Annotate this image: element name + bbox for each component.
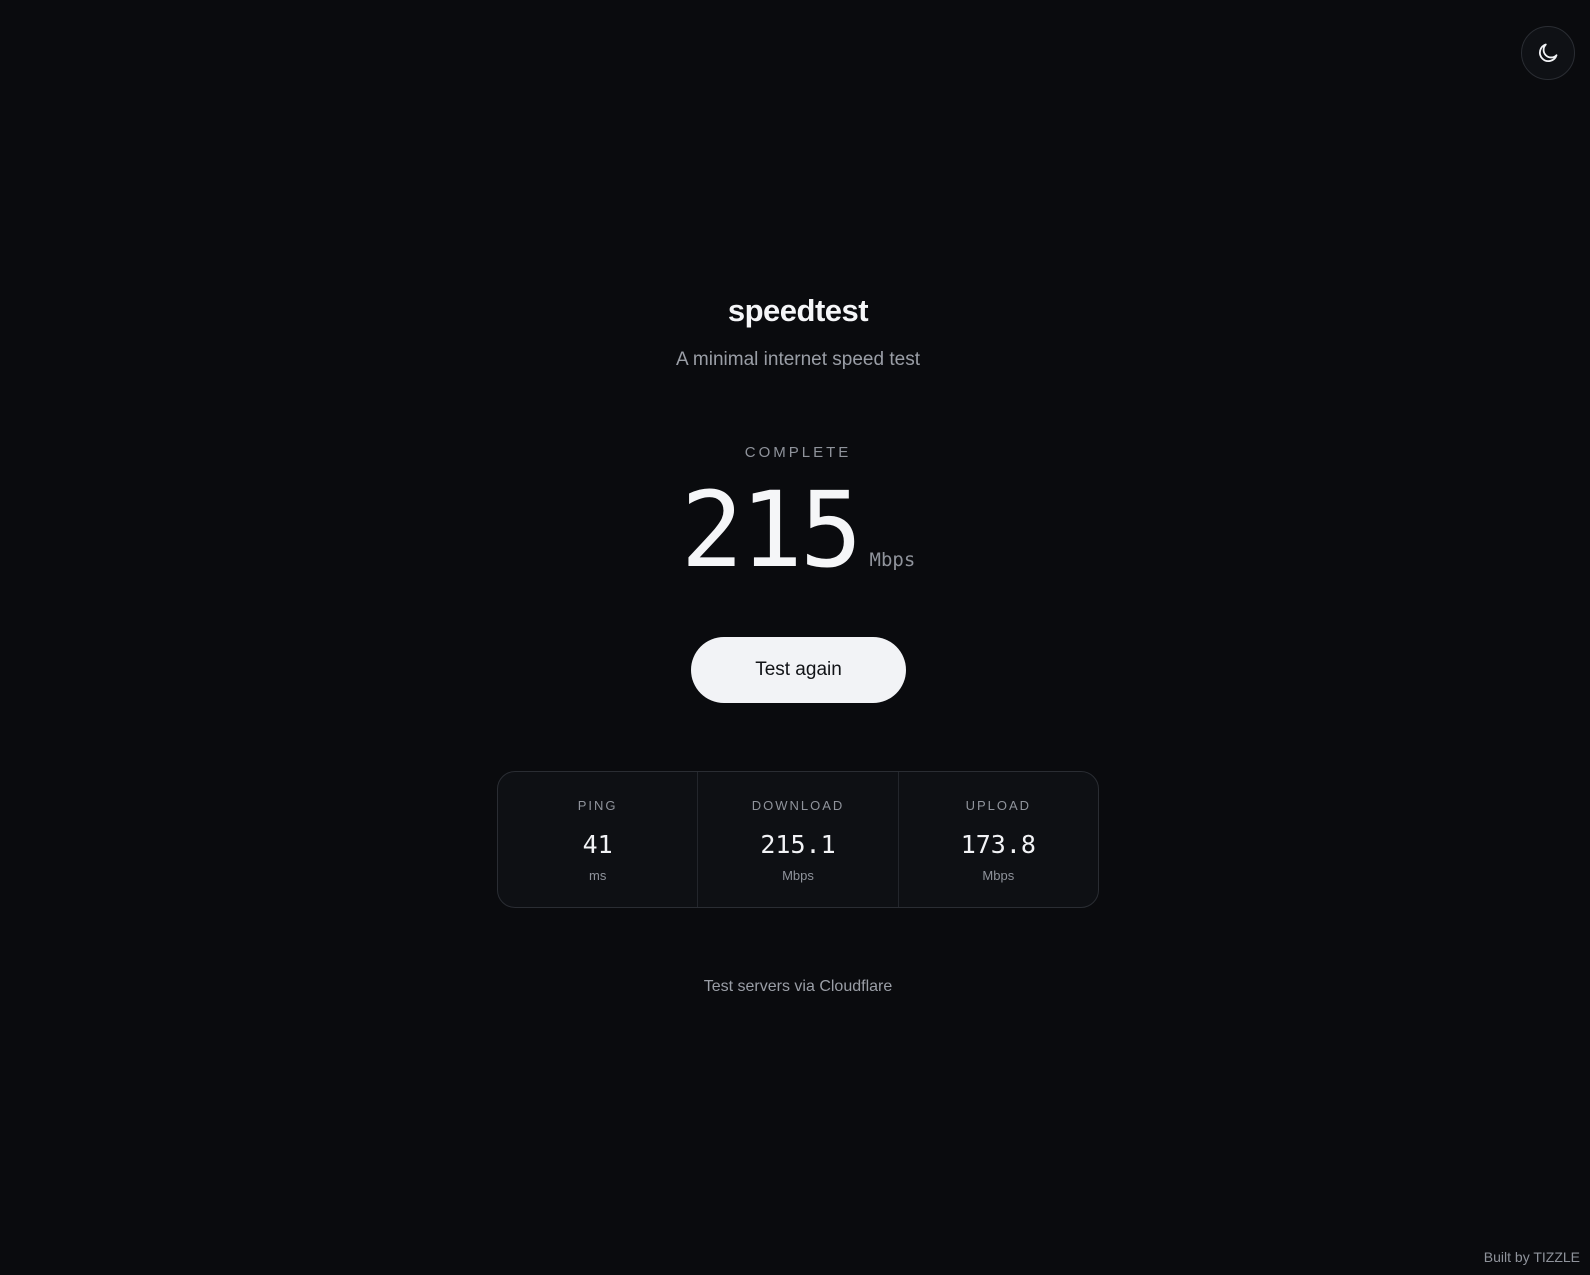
speed-value: 215 bbox=[680, 469, 863, 591]
page-subtitle: A minimal internet speed test bbox=[676, 349, 920, 370]
result-upload-label: UPLOAD bbox=[965, 798, 1032, 813]
speedtest-page: speedtest A minimal internet speed test … bbox=[0, 0, 1590, 1275]
result-download-label: DOWNLOAD bbox=[751, 798, 845, 813]
result-download-value: 215.1 bbox=[760, 830, 836, 859]
result-upload: UPLOAD 173.8 Mbps bbox=[897, 772, 1098, 907]
result-ping: PING 41 ms bbox=[498, 772, 697, 907]
moon-icon bbox=[1536, 41, 1560, 65]
page-title: speedtest bbox=[727, 293, 869, 328]
result-upload-unit: Mbps bbox=[982, 868, 1015, 883]
result-download: DOWNLOAD 215.1 Mbps bbox=[697, 772, 897, 907]
result-ping-label: PING bbox=[577, 798, 618, 813]
server-note: Test servers via Cloudflare bbox=[703, 978, 893, 995]
speed-unit: Mbps bbox=[869, 549, 916, 571]
credit-text: Built by TIZZLE bbox=[1483, 1249, 1580, 1265]
result-download-unit: Mbps bbox=[782, 868, 814, 883]
test-again-button[interactable]: Test again bbox=[691, 637, 906, 703]
speed-readout: 215 Mbps bbox=[0, 478, 1590, 582]
result-ping-value: 41 bbox=[582, 830, 613, 859]
status-label: COMPLETE bbox=[744, 444, 852, 461]
result-upload-value: 173.8 bbox=[960, 830, 1036, 859]
results-panel: PING 41 ms DOWNLOAD 215.1 Mbps UPLOAD 17… bbox=[497, 771, 1099, 908]
result-ping-unit: ms bbox=[588, 868, 607, 883]
theme-toggle-button[interactable] bbox=[1521, 26, 1575, 80]
